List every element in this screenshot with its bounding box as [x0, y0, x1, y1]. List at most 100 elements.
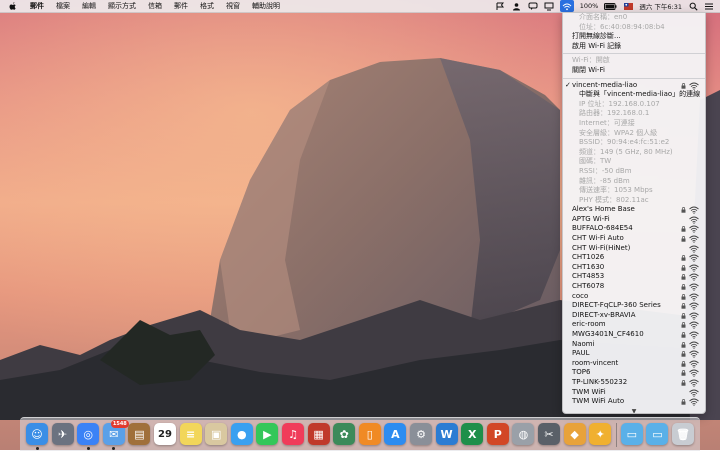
word-icon[interactable]: W	[435, 423, 458, 445]
clock[interactable]: 週六 下午6:31	[639, 1, 682, 11]
notes-brown-icon[interactable]: ▤	[128, 423, 151, 445]
network-item[interactable]: TWM WiFi	[563, 388, 705, 398]
menu-file[interactable]: 檔案	[50, 0, 76, 12]
network-name: CHT1026	[572, 253, 605, 262]
connection-detail-row: RSSI：-50 dBm	[579, 166, 632, 175]
notes-icon[interactable]: ≡	[179, 423, 202, 445]
network-item[interactable]: MWG3401N_CF4610	[563, 330, 705, 340]
network-item[interactable]: DIRECT-FqCLP-360 Series	[563, 301, 705, 311]
notification-center-icon[interactable]	[704, 1, 714, 11]
lock-icon	[681, 236, 686, 242]
network-item[interactable]: PAUL	[563, 349, 705, 359]
mail-icon[interactable]: ✉ 1548	[102, 420, 129, 445]
preview-icon[interactable]: ▣	[205, 423, 228, 445]
available-networks-list: Alex's Home Base APTG Wi-Fi BUFFALO-684E54…	[563, 205, 705, 406]
launchpad-icon[interactable]: ✈	[51, 423, 74, 445]
finder-icon[interactable]: ☺	[26, 423, 48, 445]
network-item[interactable]: room-vincent	[563, 359, 705, 369]
menu-separator	[563, 53, 705, 55]
menu-message[interactable]: 郵件	[168, 0, 194, 12]
network-name: CHT1630	[572, 262, 605, 271]
network-item[interactable]: CHT1026	[563, 253, 705, 263]
lock-icon	[681, 274, 686, 281]
dock-divider	[615, 423, 617, 447]
menu-format[interactable]: 格式	[194, 0, 220, 12]
menu-edit[interactable]: 編輯	[76, 0, 102, 12]
input-source-flag-icon[interactable]	[623, 1, 633, 11]
connected-network-item[interactable]: ✓ vincent-media-liao	[563, 81, 705, 91]
network-name: room-vincent	[572, 358, 619, 367]
enable-wifi-logging-item[interactable]: 啟用 Wi-Fi 記錄	[563, 42, 705, 52]
disconnect-item[interactable]: 中斷與「vincent-media-liao」的連線	[563, 90, 705, 100]
menu-help[interactable]: 輔助說明	[246, 0, 286, 12]
network-item[interactable]: TOP6	[563, 368, 705, 378]
wifi-status-icon[interactable]	[559, 0, 574, 12]
menu-mail-app[interactable]: 郵件	[24, 0, 50, 12]
messages-icon[interactable]: ●	[230, 423, 253, 445]
system-preferences-icon[interactable]: ⚙	[410, 423, 432, 445]
photos-icon[interactable]: ✿	[333, 423, 356, 445]
spotlight-search-icon[interactable]	[688, 1, 698, 11]
display-status-icon[interactable]	[544, 1, 554, 11]
powerpoint-icon[interactable]: P	[486, 423, 509, 445]
wifi-signal-icon	[689, 360, 699, 368]
wifi-signal-icon	[689, 273, 699, 282]
network-item[interactable]: CHT6078	[563, 282, 705, 292]
network-utility-icon[interactable]: ◍	[512, 423, 535, 445]
network-item[interactable]: APTG Wi-Fi	[563, 215, 705, 225]
menu-mailbox[interactable]: 信箱	[142, 0, 168, 12]
network-name: eric-room	[572, 320, 606, 329]
chat-status-icon[interactable]	[528, 1, 538, 11]
connection-detail-row: 雜訊：-85 dBm	[579, 176, 630, 185]
wifi-signal-icon	[689, 264, 699, 272]
calendar-icon[interactable]: 29	[154, 423, 176, 445]
lock-icon	[681, 380, 686, 386]
terminal-tools-icon[interactable]: ✂	[538, 423, 560, 445]
lock-icon	[681, 332, 686, 338]
facetime-icon[interactable]: ▶	[256, 423, 279, 445]
user-status-icon[interactable]	[512, 1, 522, 11]
menu-window[interactable]: 視窗	[220, 0, 246, 12]
network-name: CHT Wi-Fi(HiNet)	[572, 243, 631, 252]
app-store-icon[interactable]: A	[384, 423, 407, 445]
lock-icon	[681, 399, 686, 405]
network-item[interactable]: TWM WiFi Auto	[563, 397, 705, 407]
network-item[interactable]: TP-LINK-550232	[563, 378, 705, 388]
battery-icon[interactable]	[604, 1, 617, 11]
sketch-icon[interactable]: ◆	[563, 423, 586, 445]
flag-status-icon[interactable]	[496, 1, 506, 11]
xcode-icon[interactable]: ✦	[589, 423, 612, 445]
network-item[interactable]: CHT Wi-Fi(HiNet)	[563, 244, 705, 254]
music-icon[interactable]: ♫	[282, 423, 304, 445]
network-item[interactable]: CHT Wi-Fi Auto	[563, 234, 705, 244]
network-item[interactable]: Naomi	[563, 340, 705, 350]
network-item[interactable]: DIRECT-xv-BRAVIA	[563, 311, 705, 321]
lock-icon	[681, 226, 686, 233]
network-item[interactable]: eric-room	[563, 320, 705, 330]
network-item[interactable]: coco	[563, 292, 705, 302]
trash-icon[interactable]: 🗑	[672, 423, 694, 445]
safari-icon[interactable]: ◎	[77, 423, 100, 445]
scroll-down-arrow[interactable]: ▼	[563, 407, 705, 413]
connection-detail-row: 頻道：149 (5 GHz, 80 MHz)	[579, 147, 673, 156]
network-item[interactable]: BUFFALO-684E54	[563, 224, 705, 234]
documents-folder-icon[interactable]: ▭	[646, 423, 669, 445]
ibooks-icon[interactable]: ▯	[358, 423, 381, 445]
network-name: TWM WiFi Auto	[572, 397, 625, 406]
network-name: TP-LINK-550232	[572, 377, 628, 386]
network-item[interactable]: Alex's Home Base	[563, 205, 705, 215]
apple-menu-icon[interactable]	[8, 1, 18, 11]
wifi-signal-icon	[689, 254, 699, 263]
network-item[interactable]: CHT4853	[563, 272, 705, 282]
network-name: Naomi	[572, 339, 595, 348]
excel-icon[interactable]: X	[461, 423, 484, 445]
network-item[interactable]: CHT1630	[563, 263, 705, 273]
photo-booth-icon[interactable]: ▦	[307, 423, 330, 445]
menu-view[interactable]: 顯示方式	[102, 0, 142, 12]
open-wireless-diagnostics-item[interactable]: 打開無線診斷...	[563, 32, 705, 42]
wifi-signal-icon	[689, 226, 699, 234]
lock-icon	[681, 312, 686, 319]
turn-off-wifi-item[interactable]: 關閉 Wi-Fi	[563, 66, 705, 76]
battery-percentage[interactable]: 100%	[580, 2, 599, 10]
applications-folder-icon[interactable]: ▭	[620, 423, 643, 445]
